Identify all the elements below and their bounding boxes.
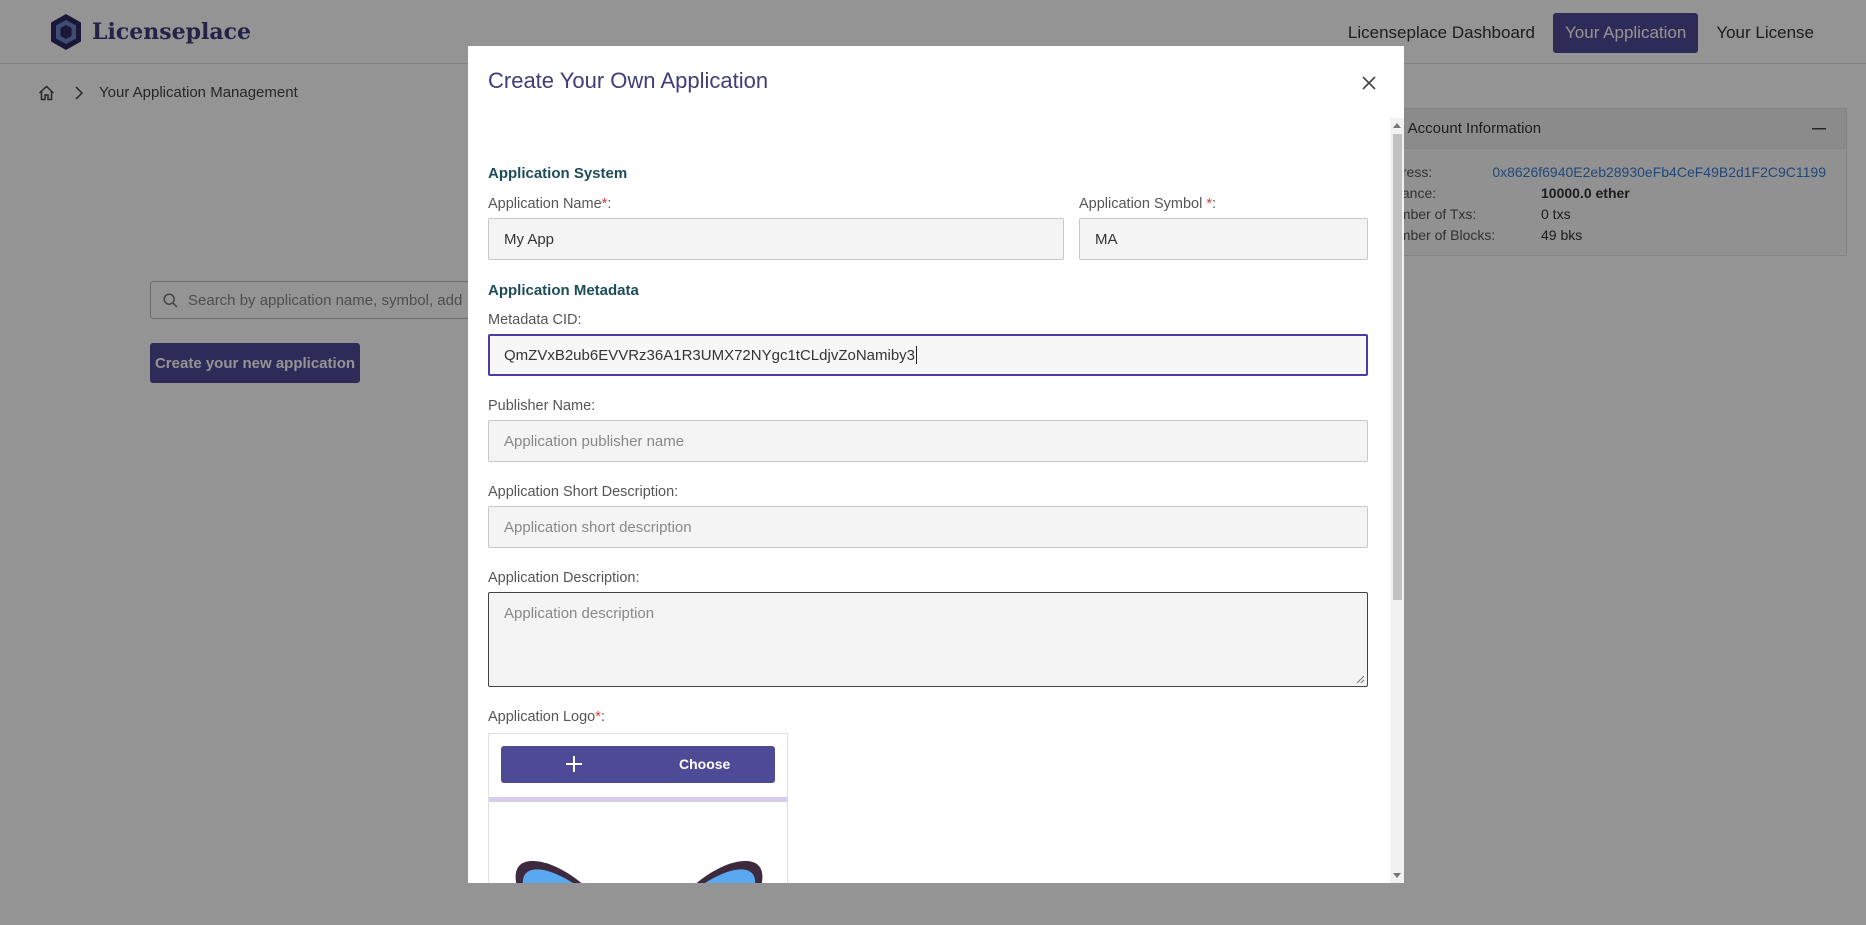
- scroll-down-icon[interactable]: [1393, 873, 1401, 878]
- text-caret: [916, 346, 918, 364]
- scroll-up-icon[interactable]: [1393, 123, 1401, 128]
- app-symbol-input[interactable]: MA: [1079, 218, 1368, 260]
- app-name-label: Application Name*:: [488, 196, 611, 212]
- short-description-label: Application Short Description:: [488, 484, 679, 500]
- label-suffix: :: [1212, 196, 1217, 212]
- app-name-input[interactable]: My App: [488, 218, 1064, 260]
- choose-label: Choose: [679, 756, 731, 772]
- resize-grip-icon[interactable]: [1356, 675, 1365, 684]
- app-logo-label: Application Logo*:: [488, 709, 605, 725]
- modal-title: Create Your Own Application: [488, 68, 769, 93]
- butterfly-logo-image: [515, 861, 763, 883]
- scroll-thumb[interactable]: [1393, 134, 1402, 600]
- app-name-label-text: Application Name: [488, 196, 602, 212]
- choose-logo-button[interactable]: Choose: [501, 746, 775, 783]
- logo-preview-image: [489, 802, 787, 883]
- publisher-name-input[interactable]: Application publisher name: [488, 420, 1368, 462]
- section-application-system: Application System: [488, 165, 628, 182]
- section-application-metadata: Application Metadata: [488, 282, 639, 299]
- create-application-modal: Create Your Own Application Application …: [468, 46, 1404, 883]
- app-logo-label-text: Application Logo: [488, 709, 596, 725]
- label-suffix: :: [600, 709, 605, 725]
- description-label: Application Description:: [488, 570, 640, 586]
- label-suffix: :: [607, 196, 612, 212]
- metadata-cid-label: Metadata CID:: [488, 312, 582, 328]
- description-textarea[interactable]: Application description: [488, 592, 1368, 687]
- metadata-cid-value: QmZVxB2ub6EVVRz36A1R3UMX72NYgc1tCLdjvZoN…: [504, 346, 916, 364]
- app-symbol-label-text: Application Symbol: [1079, 196, 1207, 212]
- app-symbol-label: Application Symbol *:: [1079, 196, 1216, 212]
- short-description-input[interactable]: Application short description: [488, 506, 1368, 548]
- modal-scrollbar[interactable]: [1390, 118, 1404, 883]
- description-placeholder: Application description: [504, 605, 655, 622]
- logo-uploader: Choose: [488, 733, 788, 883]
- metadata-cid-input[interactable]: QmZVxB2ub6EVVRz36A1R3UMX72NYgc1tCLdjvZoN…: [488, 334, 1368, 376]
- plus-icon: [566, 756, 582, 772]
- close-icon[interactable]: [1357, 71, 1381, 95]
- publisher-name-label: Publisher Name:: [488, 398, 596, 414]
